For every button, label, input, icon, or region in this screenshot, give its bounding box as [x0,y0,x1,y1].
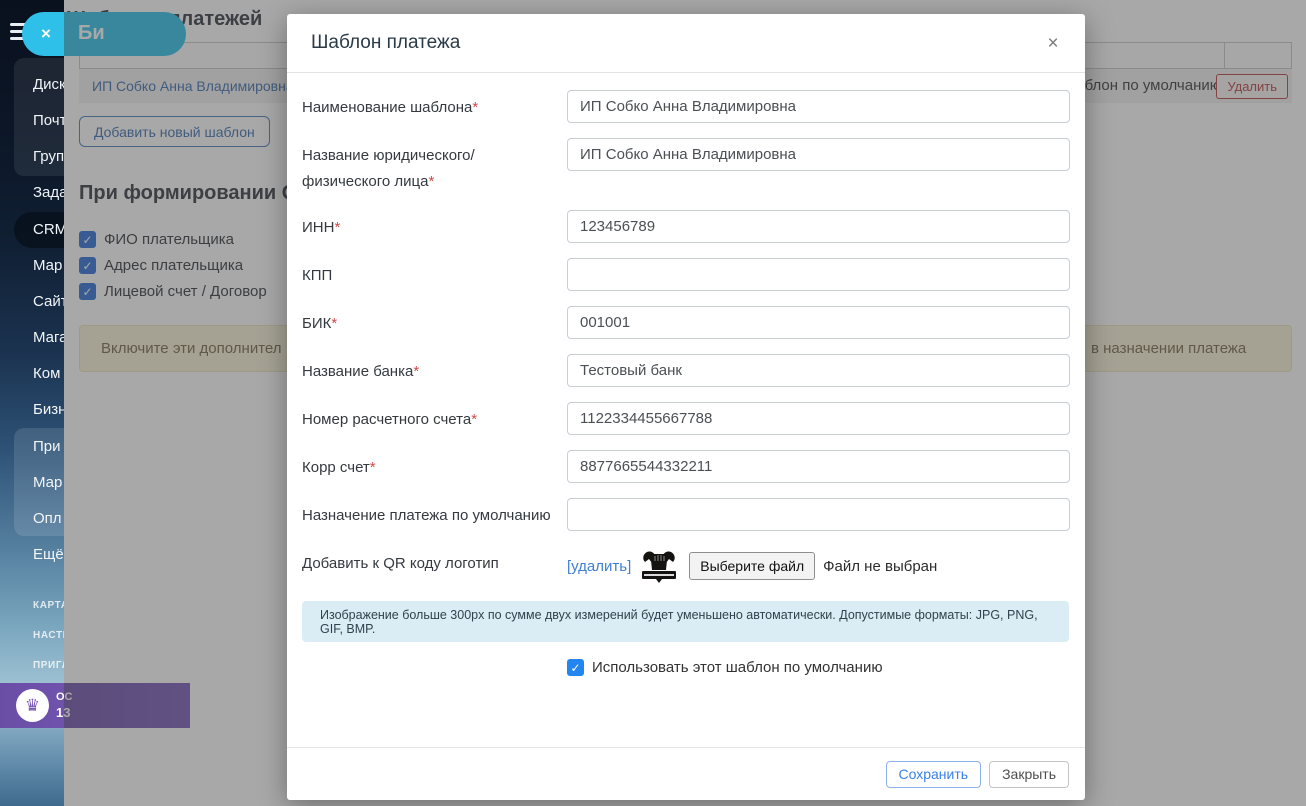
sidebar-item-3[interactable]: Груп [33,148,64,165]
field-input-9[interactable] [567,498,1070,531]
sidebar-item-9[interactable]: Ком [33,365,60,382]
modal-body: Наименование шаблона*ИП Собко Анна Влади… [287,73,1085,747]
menu-close-button[interactable]: × [31,19,61,49]
field-input-8[interactable]: 8877665544332211 [567,450,1070,483]
field-label: БИК* [302,306,567,339]
form-row: БИК*001001 [302,306,1070,339]
required-asterisk: * [413,363,419,380]
close-button[interactable]: Закрыть [989,761,1069,788]
save-button[interactable]: Сохранить [886,761,982,788]
payment-template-modal: Шаблон платежа × Наименование шаблона*ИП… [287,14,1085,800]
sidebar-item-13[interactable]: Опл [33,510,62,527]
delete-logo-link[interactable]: [удалить] [567,558,631,575]
field-label: ИНН* [302,210,567,243]
field-label: Назначение платежа по умолчанию [302,498,567,531]
modal-footer: Сохранить Закрыть [287,747,1085,800]
required-asterisk: * [472,99,478,116]
sidebar-item-7[interactable]: Сайт [33,293,64,310]
form-row: Название юридического/ физического лица*… [302,138,1070,195]
required-asterisk: * [471,411,477,428]
sidebar-caps-item-1[interactable]: КАРТА [33,600,64,611]
default-template-row: ✓ Использовать этот шаблон по умолчанию [567,659,1070,676]
field-label: Корр счет* [302,450,567,483]
required-asterisk: * [331,315,337,332]
modal-header: Шаблон платежа × [287,14,1085,73]
field-label: Номер расчетного счета* [302,402,567,435]
sidebar-item-12[interactable]: Мар [33,474,62,491]
logo-upload-label: Добавить к QR коду логотип [302,546,567,586]
sidebar-caps-item-2[interactable]: НАСТР [33,630,64,641]
required-asterisk: * [428,173,434,190]
field-input-4[interactable] [567,258,1070,291]
field-input-5[interactable]: 001001 [567,306,1070,339]
form-row: Назначение платежа по умолчанию [302,498,1070,531]
sidebar-item-4[interactable]: Зада [33,184,64,201]
field-input-6[interactable]: Тестовый банк [567,354,1070,387]
field-input-7[interactable]: 1122334455667788 [567,402,1070,435]
sidebar-caps-item-3[interactable]: ПРИГЛ [33,660,64,671]
image-info-banner: Изображение больше 300px по сумме двух и… [302,601,1069,642]
modal-close-icon[interactable]: × [1041,32,1065,56]
choose-file-button[interactable]: Выберите файл [689,552,815,580]
default-template-label: Использовать этот шаблон по умолчанию [592,659,883,676]
sidebar-item-1[interactable]: Диск [33,76,64,93]
sidebar-item-14[interactable]: Ещё [33,546,64,563]
form-row: Название банка*Тестовый банк [302,354,1070,387]
field-input-1[interactable]: ИП Собко Анна Владимировна [567,90,1070,123]
logo-preview-image [639,546,679,586]
default-template-checkbox[interactable]: ✓ [567,659,584,676]
required-asterisk: * [370,459,376,476]
modal-title: Шаблон платежа [311,32,460,54]
sidebar-item-6[interactable]: Мар [33,257,62,274]
field-label: КПП [302,258,567,291]
form-row: КПП [302,258,1070,291]
form-row: Номер расчетного счета*1122334455667788 [302,402,1070,435]
sidebar-item-10[interactable]: Бизн [33,401,64,418]
logo-upload-row: Добавить к QR коду логотип [удалить] [302,546,1070,586]
form-row: Наименование шаблона*ИП Собко Анна Влади… [302,90,1070,123]
field-input-3[interactable]: 123456789 [567,210,1070,243]
form-row: ИНН*123456789 [302,210,1070,243]
crown-icon: ♛ [16,689,49,722]
field-input-2[interactable]: ИП Собко Анна Владимировна [567,138,1070,171]
field-label: Название юридического/ физического лица* [302,138,567,195]
file-status-text: Файл не выбран [823,558,937,575]
required-asterisk: * [334,219,340,236]
form-row: Корр счет*8877665544332211 [302,450,1070,483]
sidebar-item-5[interactable]: CRM [33,221,64,238]
sidebar-item-2[interactable]: Почт [33,112,64,129]
sidebar-item-11[interactable]: При [33,438,61,455]
field-label: Наименование шаблона* [302,90,567,123]
field-label: Название банка* [302,354,567,387]
screen: Шаблоны платежей ИП Собко Анна Владимиро… [0,0,1306,806]
sidebar-item-8[interactable]: Мага [33,329,64,346]
